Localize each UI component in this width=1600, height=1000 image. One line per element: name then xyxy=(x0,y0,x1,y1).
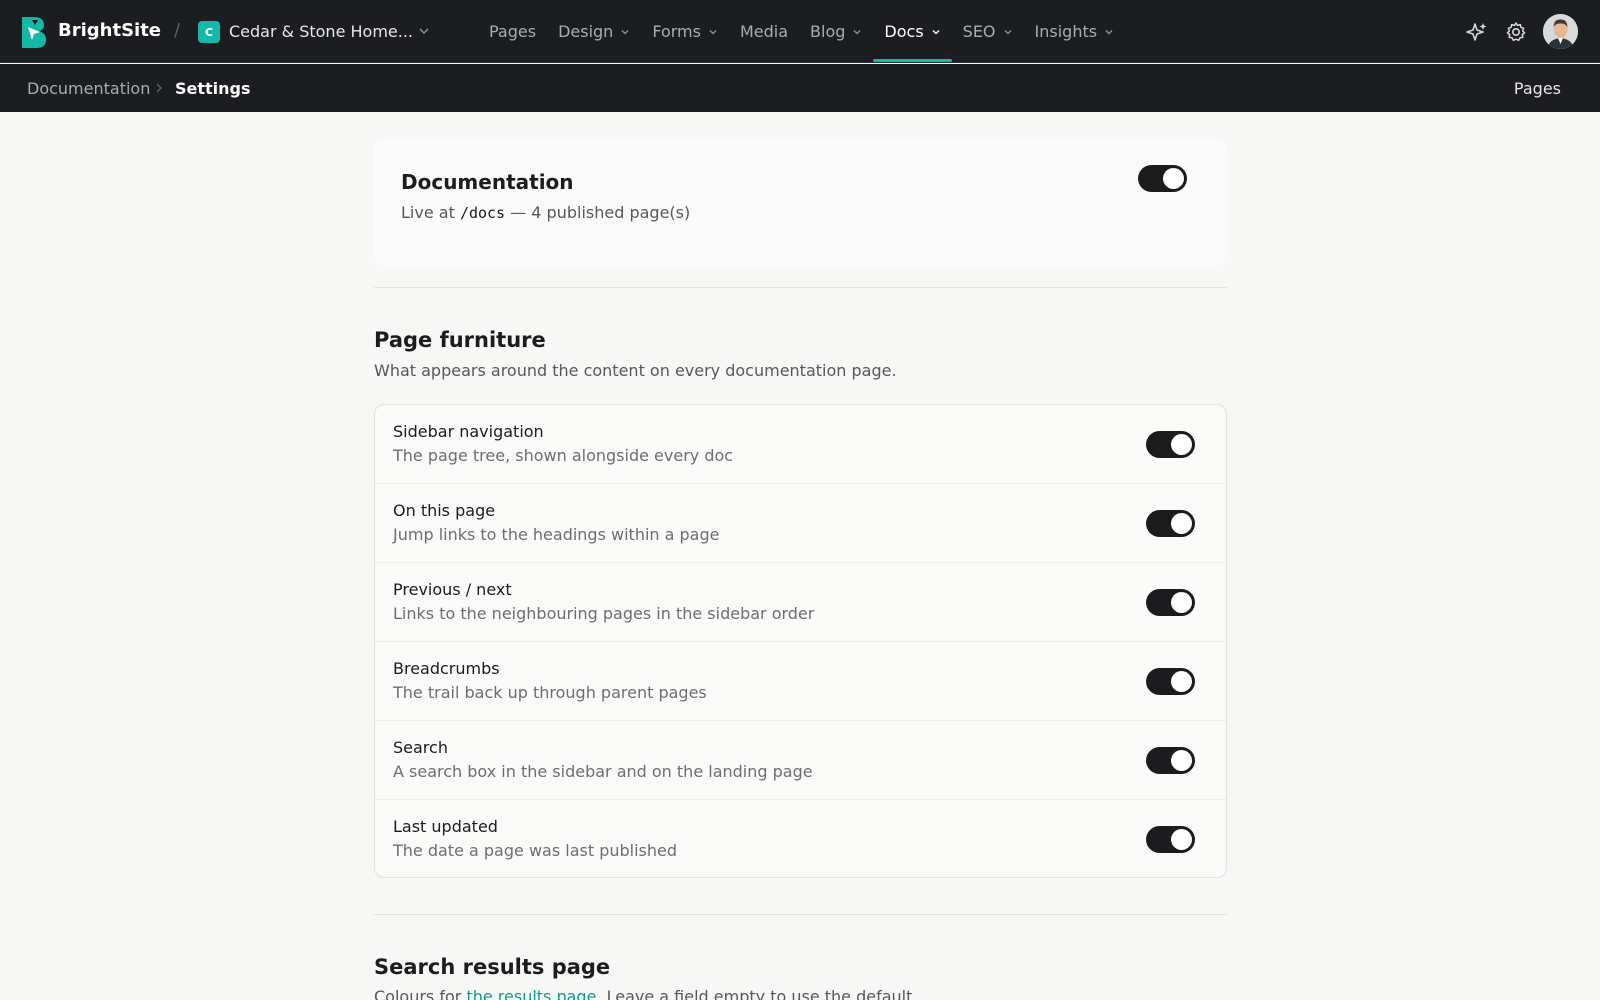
nav-item-label: Insights xyxy=(1034,22,1098,41)
setting-row-sidebar-navigation: Sidebar navigation The page tree, shown a… xyxy=(375,405,1226,484)
setting-title: Search xyxy=(393,738,448,757)
nav-item-label: Design xyxy=(558,22,614,41)
setting-description: The trail back up through parent pages xyxy=(393,683,707,702)
setting-title: Previous / next xyxy=(393,580,512,599)
nav-separator: / xyxy=(174,20,181,41)
published-count: — 4 published page(s) xyxy=(510,203,691,222)
top-navbar: BrightSite / C Cedar & Stone Home... Pag… xyxy=(0,0,1600,63)
setting-title: Last updated xyxy=(393,817,498,836)
nav-item-forms[interactable]: Forms xyxy=(641,0,729,63)
sidebar-navigation-toggle[interactable] xyxy=(1146,431,1195,458)
setting-row-last-updated: Last updated The date a page was last pub… xyxy=(375,800,1226,877)
setting-title: Breadcrumbs xyxy=(393,659,500,678)
status-prefix: Live at xyxy=(401,203,455,222)
breadcrumb-documentation[interactable]: Documentation xyxy=(27,79,150,98)
documentation-status-text: Live at /docs — 4 published page(s) xyxy=(401,203,690,222)
nav-item-seo[interactable]: SEO xyxy=(952,0,1024,63)
setting-row-search: Search A search box in the sidebar and on… xyxy=(375,721,1226,800)
chevron-down-icon[interactable] xyxy=(418,25,430,37)
nav-item-label: Pages xyxy=(489,22,537,41)
nav-item-blog[interactable]: Blog xyxy=(799,0,873,63)
setting-title: Sidebar navigation xyxy=(393,422,544,441)
description-text: Colours for xyxy=(374,987,462,1000)
documentation-enabled-toggle[interactable] xyxy=(1138,165,1187,192)
divider xyxy=(374,914,1227,915)
brightsite-logo-icon[interactable] xyxy=(20,15,46,48)
chevron-down-icon xyxy=(1105,29,1113,34)
nav-item-label: Blog xyxy=(810,22,846,41)
search-results-description: Colours for the results page. Leave a fi… xyxy=(374,987,917,1000)
nav-item-design[interactable]: Design xyxy=(547,0,641,63)
nav-item-media[interactable]: Media xyxy=(729,0,799,63)
setting-row-breadcrumbs: Breadcrumbs The trail back up through par… xyxy=(375,642,1226,721)
docs-path: /docs xyxy=(459,204,506,222)
chevron-down-icon xyxy=(709,29,717,34)
divider xyxy=(374,287,1227,288)
main-menu: Pages Design Forms Media Blog Docs SEO Insights xyxy=(478,0,1125,63)
setting-row-on-this-page: On this page Jump links to the headings w… xyxy=(375,484,1226,563)
setting-description: A search box in the sidebar and on the l… xyxy=(393,762,813,781)
site-badge[interactable]: C xyxy=(198,21,220,43)
nav-item-label: Media xyxy=(739,22,789,41)
results-page-link[interactable]: the results page xyxy=(466,987,596,1000)
last-updated-toggle[interactable] xyxy=(1146,826,1195,853)
site-switcher[interactable]: Cedar & Stone Home... xyxy=(229,22,413,41)
search-toggle[interactable] xyxy=(1146,747,1195,774)
nav-item-docs[interactable]: Docs xyxy=(873,0,952,63)
toggle-knob xyxy=(1171,829,1192,850)
toggle-knob xyxy=(1171,434,1192,455)
setting-description: Jump links to the headings within a page xyxy=(393,525,720,544)
page-furniture-description: What appears around the content on every… xyxy=(374,361,897,380)
toggle-knob xyxy=(1171,513,1192,534)
breadcrumb-current: Settings xyxy=(175,79,251,98)
toggle-knob xyxy=(1171,671,1192,692)
chevron-down-icon xyxy=(621,29,629,34)
setting-title: On this page xyxy=(393,501,496,520)
nav-item-label: Docs xyxy=(884,22,924,41)
chevron-right-icon xyxy=(156,83,162,93)
toggle-knob xyxy=(1163,168,1184,189)
gear-icon[interactable] xyxy=(1505,21,1527,43)
app-name[interactable]: BrightSite xyxy=(58,20,161,41)
page-furniture-heading: Page furniture xyxy=(374,328,546,352)
avatar[interactable] xyxy=(1543,14,1578,49)
sparkle-icon[interactable] xyxy=(1466,21,1488,43)
setting-description: Links to the neighbouring pages in the s… xyxy=(393,604,815,623)
search-results-heading: Search results page xyxy=(374,955,611,979)
toggle-knob xyxy=(1171,750,1192,771)
description-text: . Leave a field empty to use the default… xyxy=(596,987,918,1000)
setting-description: The date a page was last published xyxy=(393,841,678,860)
setting-row-previous-next: Previous / next Links to the neighbouring… xyxy=(375,563,1226,642)
nav-item-pages[interactable]: Pages xyxy=(478,0,547,63)
toggle-knob xyxy=(1171,592,1192,613)
breadcrumb: Documentation Settings Pages xyxy=(0,64,1600,112)
nav-item-label: SEO xyxy=(962,22,996,41)
setting-description: The page tree, shown alongside every doc xyxy=(393,446,734,465)
on-this-page-toggle[interactable] xyxy=(1146,510,1195,537)
nav-item-insights[interactable]: Insights xyxy=(1024,0,1126,63)
page-furniture-card: Sidebar navigation The page tree, shown a… xyxy=(374,404,1227,878)
chevron-down-icon xyxy=(932,29,940,34)
breadcrumbs-toggle[interactable] xyxy=(1146,668,1195,695)
chevron-down-icon xyxy=(853,29,861,34)
page-title: Documentation xyxy=(401,170,574,194)
documentation-status-card: Documentation Live at /docs — 4 publishe… xyxy=(374,138,1227,266)
nav-item-label: Forms xyxy=(652,22,701,41)
pages-link[interactable]: Pages xyxy=(1514,79,1561,98)
chevron-down-icon xyxy=(1004,29,1012,34)
previous-next-toggle[interactable] xyxy=(1146,589,1195,616)
